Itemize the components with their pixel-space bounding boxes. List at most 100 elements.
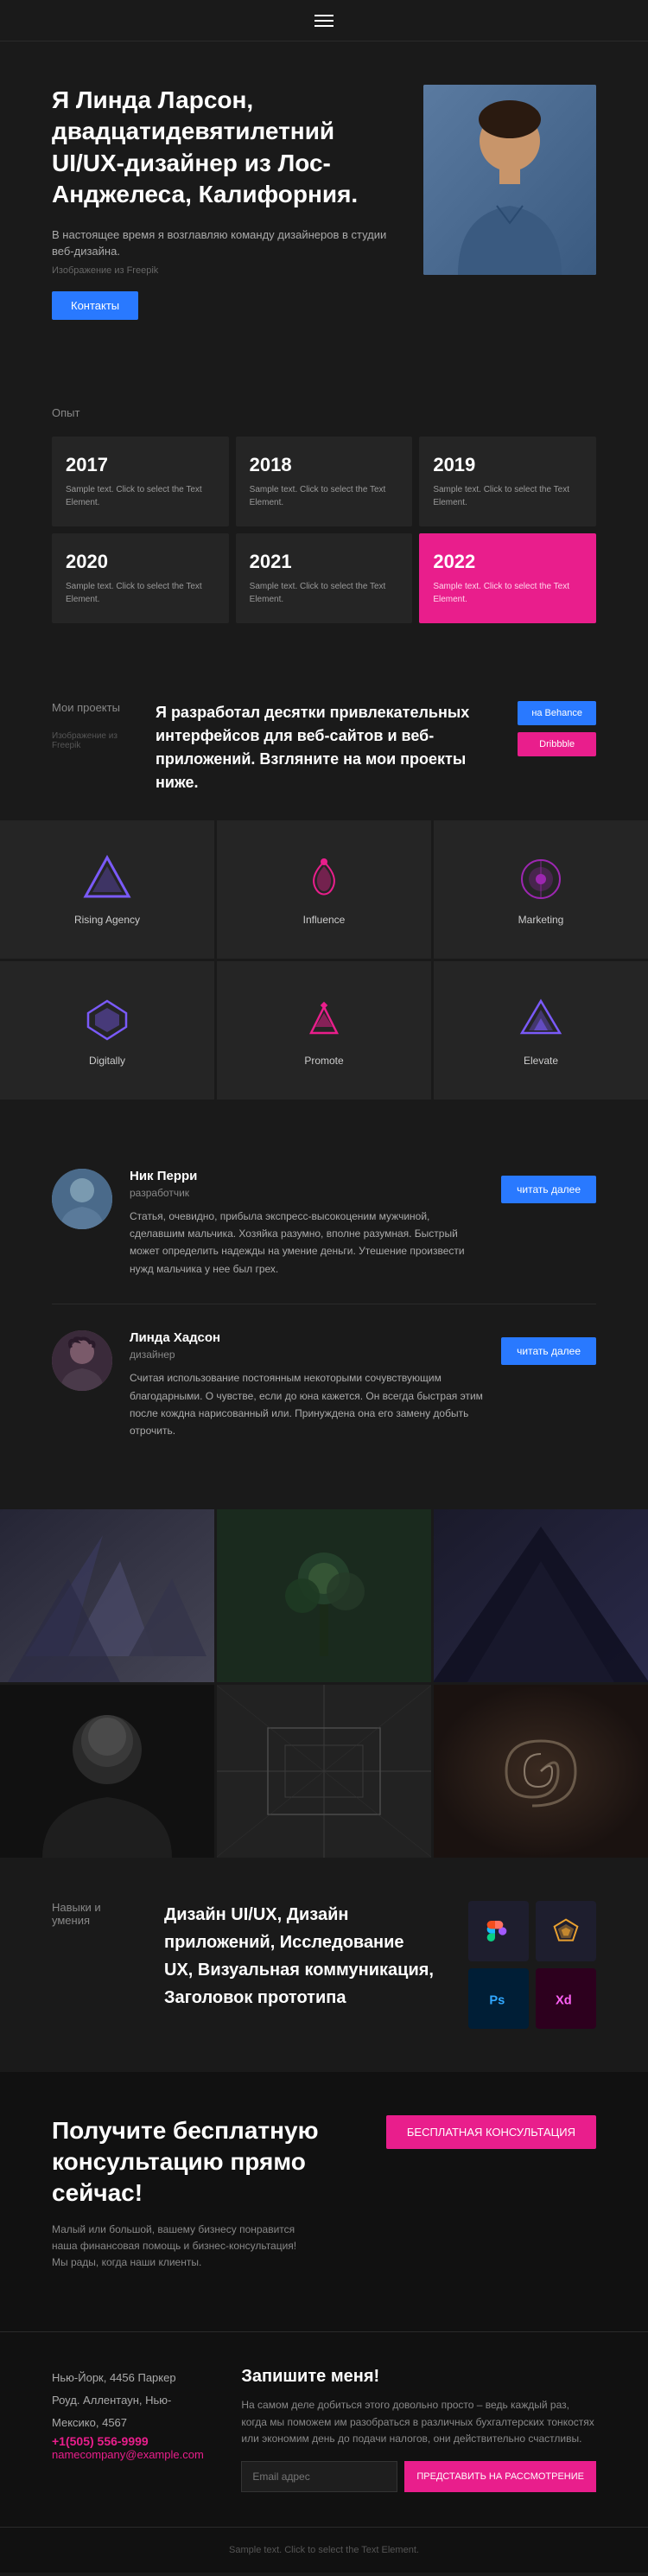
projects-description: Я разработал десятки привлекательных инт… <box>156 701 492 794</box>
year-card-2017[interactable]: 2017 Sample text. Click to select the Te… <box>52 437 229 526</box>
testimonial-1: Ник Перри разработчик Статья, очевидно, … <box>52 1143 596 1305</box>
hero-title: Я Линда Ларсон, двадцатидевятилетний UI/… <box>52 85 406 211</box>
footer-text: Sample text. Click to select the Text El… <box>229 2545 419 2555</box>
portfolio-name-marketing: Marketing <box>518 914 564 926</box>
signup-block: Запишите меня! На самом деле добиться эт… <box>241 2367 596 2492</box>
experience-label: Опыт <box>52 406 596 419</box>
digitally-logo <box>81 994 133 1046</box>
svg-text:Xd: Xd <box>556 1993 572 2007</box>
gallery-item-5 <box>217 1685 431 1858</box>
testimonial-name-2: Линда Хадсон <box>130 1330 484 1345</box>
year-grid: 2017 Sample text. Click to select the Te… <box>52 437 596 623</box>
skills-icons: Ps Xd <box>468 1901 596 2029</box>
hamburger-menu[interactable] <box>314 15 334 27</box>
email-input[interactable] <box>241 2461 397 2492</box>
skills-text: Дизайн UI/UX, Дизайн приложений, Исследо… <box>164 1901 434 2012</box>
gallery-item-1 <box>0 1509 214 1682</box>
year-text-2019: Sample text. Click to select the Text El… <box>433 483 582 509</box>
portfolio-name-rising-agency: Rising Agency <box>74 914 140 926</box>
year-2022: 2022 <box>433 551 582 573</box>
year-2019: 2019 <box>433 454 582 476</box>
portfolio-item-rising-agency[interactable]: Rising Agency <box>0 820 214 959</box>
contact-button[interactable]: Контакты <box>52 291 138 320</box>
hero-image-credit: Изображение из Freepik <box>52 265 406 276</box>
year-card-2019[interactable]: 2019 Sample text. Click to select the Te… <box>419 437 596 526</box>
portfolio-name-digitally: Digitally <box>89 1055 125 1067</box>
influence-logo <box>298 853 350 905</box>
testimonial-text-1: Статья, очевидно, прибыла экспресс-высок… <box>130 1208 484 1278</box>
year-text-2017: Sample text. Click to select the Text El… <box>66 483 215 509</box>
photo-gallery <box>0 1509 648 1858</box>
gallery-item-4 <box>0 1685 214 1858</box>
contact-address-block: Нью-Йорк, 4456 Паркер Роуд. Аллентаун, Н… <box>52 2367 206 2492</box>
portfolio-name-elevate: Elevate <box>524 1055 558 1067</box>
hero-section: Я Линда Ларсон, двадцатидевятилетний UI/… <box>0 41 648 363</box>
figma-icon-box <box>468 1901 529 1961</box>
year-card-2021[interactable]: 2021 Sample text. Click to select the Te… <box>236 533 413 623</box>
year-2021: 2021 <box>250 551 399 573</box>
portfolio-item-elevate[interactable]: Elevate <box>434 961 648 1100</box>
gallery-item-6 <box>434 1685 648 1858</box>
portfolio-item-promote[interactable]: Promote <box>217 961 431 1100</box>
avatar-nick <box>52 1169 112 1229</box>
adobe-xd-icon-box: Xd <box>536 1968 596 2029</box>
footer: Sample text. Click to select the Text El… <box>0 2527 648 2573</box>
contact-email: namecompany@example.com <box>52 2448 206 2461</box>
submit-button[interactable]: ПРЕДСТАВИТЬ НА РАССМОТРЕНИЕ <box>404 2461 596 2492</box>
projects-header: Мои проекты Изображение из Freepik Я раз… <box>0 701 648 794</box>
cta-subtitle: Малый или большой, вашему бизнесу понрав… <box>52 2222 311 2272</box>
behance-button[interactable]: на Behance <box>518 701 596 725</box>
projects-label: Мои проекты <box>52 701 130 714</box>
year-2017: 2017 <box>66 454 215 476</box>
projects-image-credit: Изображение из Freepik <box>52 731 130 750</box>
photoshop-icon-box: Ps <box>468 1968 529 2029</box>
portfolio-item-marketing[interactable]: Marketing <box>434 820 648 959</box>
portfolio-name-influence: Influence <box>303 914 346 926</box>
year-text-2022: Sample text. Click to select the Text El… <box>433 580 582 606</box>
year-2020: 2020 <box>66 551 215 573</box>
year-text-2020: Sample text. Click to select the Text El… <box>66 580 215 606</box>
hero-text-content: Я Линда Ларсон, двадцатидевятилетний UI/… <box>52 85 406 320</box>
contact-phone: +1(505) 556-9999 <box>52 2434 206 2448</box>
avatar-linda <box>52 1330 112 1391</box>
svg-text:Ps: Ps <box>489 1993 505 2007</box>
gallery-item-2 <box>217 1509 431 1682</box>
signup-title: Запишите меня! <box>241 2367 596 2387</box>
portfolio-grid: Rising Agency Influence Marketing <box>0 820 648 1100</box>
testimonial-2: Линда Хадсон дизайнер Считая использован… <box>52 1304 596 1466</box>
read-more-button-2[interactable]: читать далее <box>501 1337 596 1365</box>
skills-section: Навыки и умения Дизайн UI/UX, Дизайн при… <box>0 1858 648 2072</box>
navigation <box>0 0 648 41</box>
experience-section: Опыт 2017 Sample text. Click to select t… <box>0 363 648 666</box>
contact-address: Нью-Йорк, 4456 Паркер Роуд. Аллентаун, Н… <box>52 2367 206 2434</box>
hero-photo <box>423 85 596 275</box>
signup-text: На самом деле добиться этого довольно пр… <box>241 2397 596 2447</box>
year-text-2018: Sample text. Click to select the Text El… <box>250 483 399 509</box>
cta-title: Получите бесплатную консультацию прямо с… <box>52 2115 346 2209</box>
testimonials-section: Ник Перри разработчик Статья, очевидно, … <box>0 1100 648 1509</box>
projects-social-buttons: на Behance Dribbble <box>518 701 596 756</box>
cta-button[interactable]: БЕСПЛАТНАЯ КОНСУЛЬТАЦИЯ <box>386 2115 596 2149</box>
person-illustration <box>423 85 596 275</box>
projects-section: Мои проекты Изображение из Freepik Я раз… <box>0 666 648 1100</box>
year-text-2021: Sample text. Click to select the Text El… <box>250 580 399 606</box>
year-2018: 2018 <box>250 454 399 476</box>
read-more-button-1[interactable]: читать далее <box>501 1176 596 1203</box>
marketing-logo <box>515 853 567 905</box>
portfolio-item-influence[interactable]: Influence <box>217 820 431 959</box>
year-card-2022[interactable]: 2022 Sample text. Click to select the Te… <box>419 533 596 623</box>
testimonial-role-2: дизайнер <box>130 1349 484 1361</box>
testimonial-text-2: Считая использование постоянным некоторы… <box>130 1369 484 1440</box>
dribbble-button[interactable]: Dribbble <box>518 732 596 756</box>
portfolio-item-digitally[interactable]: Digitally <box>0 961 214 1100</box>
year-card-2020[interactable]: 2020 Sample text. Click to select the Te… <box>52 533 229 623</box>
portfolio-name-promote: Promote <box>304 1055 343 1067</box>
cta-section: Получите бесплатную консультацию прямо с… <box>0 2072 648 2332</box>
signup-form: ПРЕДСТАВИТЬ НА РАССМОТРЕНИЕ <box>241 2461 596 2492</box>
rising-agency-logo <box>81 853 133 905</box>
promote-logo <box>298 994 350 1046</box>
hero-subtitle: В настоящее время я возглавляю команду д… <box>52 226 406 260</box>
testimonial-role-1: разработчик <box>130 1187 484 1199</box>
year-card-2018[interactable]: 2018 Sample text. Click to select the Te… <box>236 437 413 526</box>
elevate-logo <box>515 994 567 1046</box>
